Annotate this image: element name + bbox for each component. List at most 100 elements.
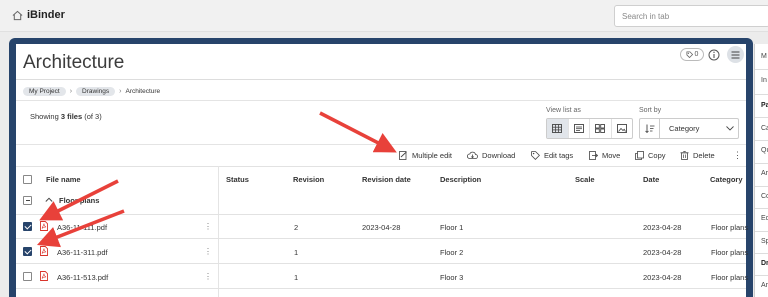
breadcrumb-current: Architecture [125,87,161,95]
delete-button[interactable]: Delete [680,150,715,161]
pdf-file-icon [40,221,48,231]
group-checkbox[interactable] [23,196,32,205]
trash-icon [680,151,689,160]
file-count-summary: Showing 3 files (of 3) [30,112,102,121]
column-header-category[interactable]: Category [710,175,743,184]
sort-icon [644,124,654,133]
category-cell: Floor plans [711,273,749,282]
row-checkbox[interactable] [23,272,32,281]
row-checkbox[interactable] [23,222,32,231]
revision-cell: 1 [294,248,299,257]
search-input[interactable] [614,5,768,27]
main-panel [16,44,746,297]
right-panel-item[interactable]: Ca [761,125,768,132]
view-table-button[interactable] [547,119,569,138]
right-panel-item[interactable]: Ec [761,215,768,222]
view-list-button[interactable] [569,119,590,138]
date-cell: 2023-04-28 [643,223,682,232]
row-menu-icon[interactable]: ⋮ [204,273,212,281]
column-divider [218,166,219,297]
date-cell: 2023-04-28 [643,248,682,257]
revision-cell: 1 [294,273,299,282]
category-cell: Floor plans [711,223,749,232]
revision-date-cell: 2023-04-28 [362,223,401,232]
view-mode-selector [546,118,633,139]
table-view-icon [552,124,563,133]
tag-count: 0 [694,51,699,58]
divider [16,79,746,80]
app-logo[interactable]: iBinder [27,9,65,21]
right-panel-item[interactable]: Ar [761,282,768,289]
chevron-right-icon: › [119,87,122,95]
right-panel-item[interactable]: Co [761,193,768,200]
right-side-panel: M In Pa Ca Qu Ar Co Ec Sp Dr Ar [754,44,768,297]
right-panel-item[interactable]: Sp [761,238,768,245]
cloud-download-icon [467,151,478,159]
right-panel-item[interactable]: Pa [761,102,768,109]
right-panel-item[interactable]: Dr [761,260,768,267]
view-list-label: View list as [546,107,581,114]
pdf-file-icon [40,246,48,256]
divider [16,263,746,264]
tag-count-button[interactable]: 0 [680,48,704,61]
edit-icon [399,151,407,160]
date-cell: 2023-04-28 [643,273,682,282]
image-view-icon [616,124,627,133]
revision-cell: 2 [294,223,299,232]
chevron-down-icon [726,126,734,131]
pdf-file-icon [40,271,48,281]
tag-icon [686,51,693,58]
page-title: Architecture [23,52,125,73]
breadcrumb-item[interactable]: My Project [23,86,66,96]
divider [16,214,746,215]
home-icon[interactable] [12,10,23,21]
copy-button[interactable]: Copy [635,150,666,161]
list-view-icon [573,124,584,133]
row-checkbox[interactable] [23,247,32,256]
menu-button[interactable] [727,46,744,63]
move-icon [589,151,598,160]
copy-icon [635,151,644,160]
divider [16,166,746,167]
multiple-edit-button[interactable]: Multiple edit [399,150,452,161]
hamburger-icon [731,51,740,58]
category-cell: Floor plans [711,248,749,257]
breadcrumb-item[interactable]: Drawings [76,86,116,96]
column-header-description[interactable]: Description [440,175,481,184]
select-all-checkbox[interactable] [23,175,32,184]
column-header-revision-date[interactable]: Revision date [362,175,411,184]
chevron-right-icon: › [69,87,73,95]
sort-value: Category [669,124,700,133]
right-panel-item[interactable]: M [761,53,767,60]
top-bar: iBinder [0,0,768,32]
row-menu-icon[interactable]: ⋮ [204,248,212,256]
group-label: Floor plans [59,196,100,205]
right-panel-item[interactable]: In [761,77,767,84]
description-cell: Floor 3 [440,273,464,282]
info-icon[interactable] [708,49,720,61]
breadcrumb: My Project › Drawings › Architecture [23,86,160,96]
edit-tags-button[interactable]: Edit tags [531,150,573,161]
right-panel-item[interactable]: Ar [761,170,768,177]
divider [16,100,746,101]
view-thumbnail-button[interactable] [612,119,633,138]
more-options-icon[interactable]: ⋮ [733,150,742,161]
row-menu-icon[interactable]: ⋮ [204,223,212,231]
right-panel-item[interactable]: Qu [761,147,768,154]
download-button[interactable]: Download [467,150,515,161]
sort-select[interactable]: Category [639,118,739,139]
file-name[interactable]: A36-11-311.pdf [57,248,108,257]
column-header-file-name[interactable]: File name [46,175,81,184]
column-header-scale[interactable]: Scale [575,175,595,184]
move-button[interactable]: Move [589,150,620,161]
column-header-status[interactable]: Status [226,175,249,184]
column-header-date[interactable]: Date [643,175,659,184]
column-header-revision[interactable]: Revision [293,175,324,184]
divider [16,238,746,239]
chevron-up-icon[interactable] [45,196,53,204]
view-grid-button[interactable] [590,119,612,138]
sort-direction-button[interactable] [640,119,660,138]
file-name[interactable]: A36-11-111.pdf [57,223,107,232]
tag-icon [531,151,540,160]
file-name[interactable]: A36-11-513.pdf [57,273,108,282]
